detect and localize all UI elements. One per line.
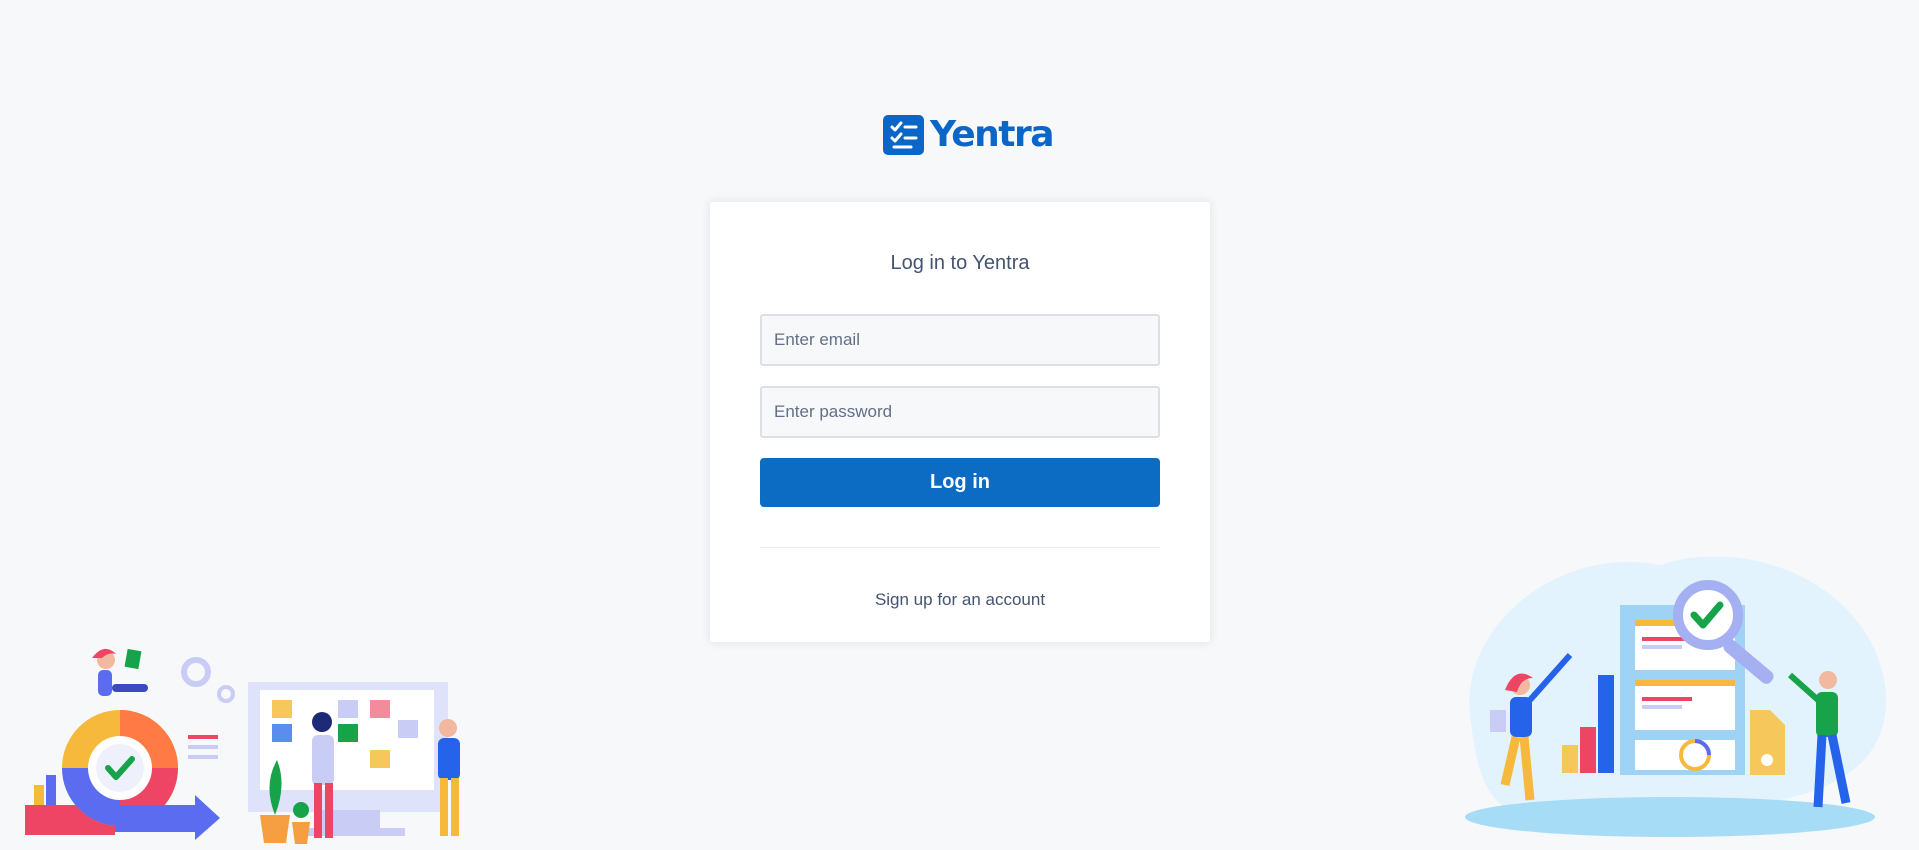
analytics-review-illustration — [1450, 545, 1895, 850]
login-button[interactable]: Log in — [760, 458, 1160, 507]
checklist-icon — [883, 115, 924, 155]
login-card: Log in to Yentra Log in Sign up for an a… — [710, 202, 1210, 642]
gear-icon — [181, 657, 235, 703]
email-field[interactable] — [760, 314, 1160, 366]
brand-name: Yentra — [930, 114, 1055, 155]
team-planning-illustration — [20, 640, 480, 850]
divider — [760, 547, 1160, 548]
signup-link[interactable]: Sign up for an account — [710, 590, 1210, 610]
password-field[interactable] — [760, 386, 1160, 438]
login-title: Log in to Yentra — [890, 252, 1030, 274]
brand-logo: Yentra — [883, 114, 1055, 155]
